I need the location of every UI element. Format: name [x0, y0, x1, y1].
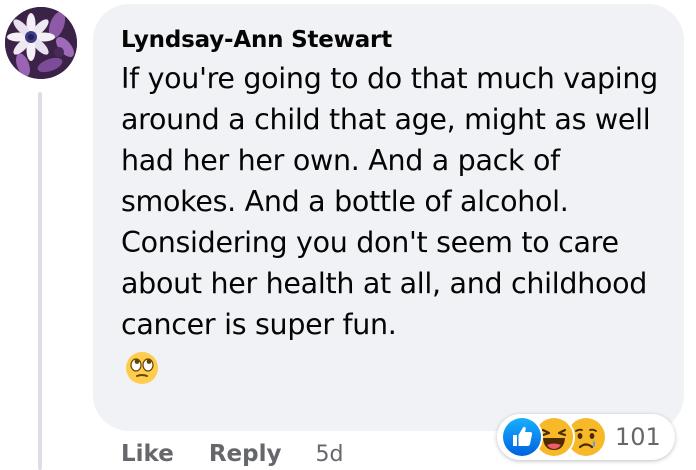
- reactions-summary[interactable]: 101: [497, 414, 675, 460]
- reply-button[interactable]: Reply: [209, 440, 282, 468]
- comment-container: Lyndsay-Ann Stewart If you're going to d…: [0, 0, 696, 470]
- avatar[interactable]: [5, 7, 77, 79]
- thread-line: [38, 92, 42, 470]
- comment-bubble: Lyndsay-Ann Stewart If you're going to d…: [93, 4, 684, 431]
- like-reaction-icon: [501, 416, 543, 458]
- comment-text: If you're going to do that much vaping a…: [121, 62, 658, 341]
- comment-actions: Like Reply 5d: [121, 440, 343, 469]
- like-button[interactable]: Like: [121, 440, 174, 468]
- comment-timestamp[interactable]: 5d: [315, 441, 343, 469]
- face-with-rolling-eyes-icon: [125, 351, 159, 385]
- comment-author-name[interactable]: Lyndsay-Ann Stewart: [121, 26, 658, 54]
- avatar-flower-image: [5, 7, 77, 79]
- reaction-count: 101: [615, 423, 661, 451]
